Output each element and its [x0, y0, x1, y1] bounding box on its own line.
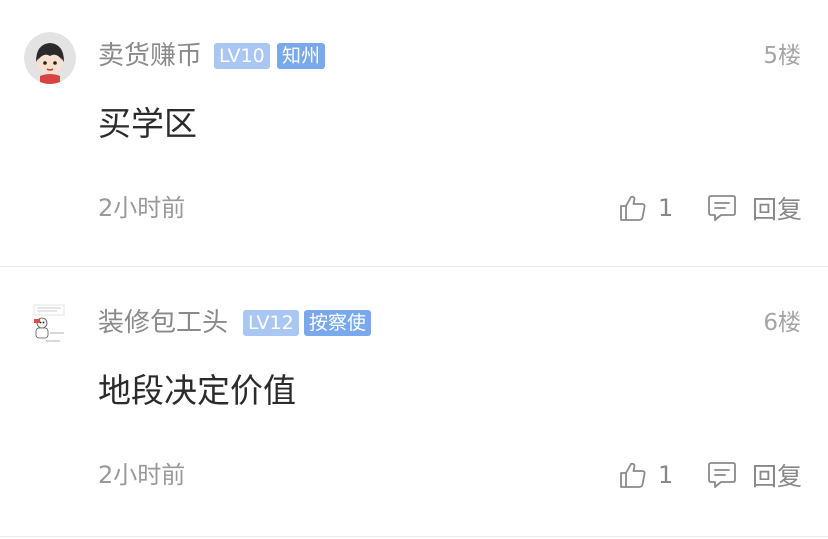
timestamp: 2小时前 — [98, 461, 186, 489]
username[interactable]: 卖货赚币 — [98, 41, 202, 71]
reply-label: 回复 — [752, 195, 803, 224]
thumbs-up-icon — [618, 460, 648, 490]
like-button[interactable]: 1 — [618, 456, 673, 494]
reply-label: 回复 — [752, 462, 803, 491]
comment-bubble-icon — [706, 459, 738, 491]
comment-item: 卖货赚币 LV10 知州 5楼 买学区 2小时前 1 回复 — [0, 0, 828, 267]
timestamp: 2小时前 — [98, 194, 186, 222]
floor-number: 5楼 — [763, 43, 801, 69]
user-avatar[interactable] — [24, 32, 76, 84]
floor-number: 6楼 — [763, 310, 801, 336]
level-badge: LV10 — [214, 43, 270, 69]
user-avatar[interactable] — [24, 299, 76, 351]
like-count: 1 — [658, 461, 674, 489]
title-badge: 知州 — [277, 43, 326, 69]
reply-button[interactable]: 回复 — [706, 189, 802, 227]
username[interactable]: 装修包工头 — [98, 308, 228, 338]
comment-text: 地段决定价值 — [98, 371, 296, 410]
comment-text: 买学区 — [98, 104, 197, 143]
level-badge: LV12 — [243, 310, 299, 336]
cartoon-avatar-icon — [24, 299, 76, 351]
like-button[interactable]: 1 — [618, 189, 673, 227]
comment-item: 装修包工头 LV12 按察使 6楼 地段决定价值 2小时前 1 回复 — [0, 267, 828, 537]
comment-bubble-icon — [706, 192, 738, 224]
thumbs-up-icon — [618, 193, 648, 223]
reply-button[interactable]: 回复 — [706, 456, 802, 494]
like-count: 1 — [658, 194, 674, 222]
cartoon-avatar-icon — [24, 32, 76, 84]
title-badge: 按察使 — [304, 310, 372, 336]
